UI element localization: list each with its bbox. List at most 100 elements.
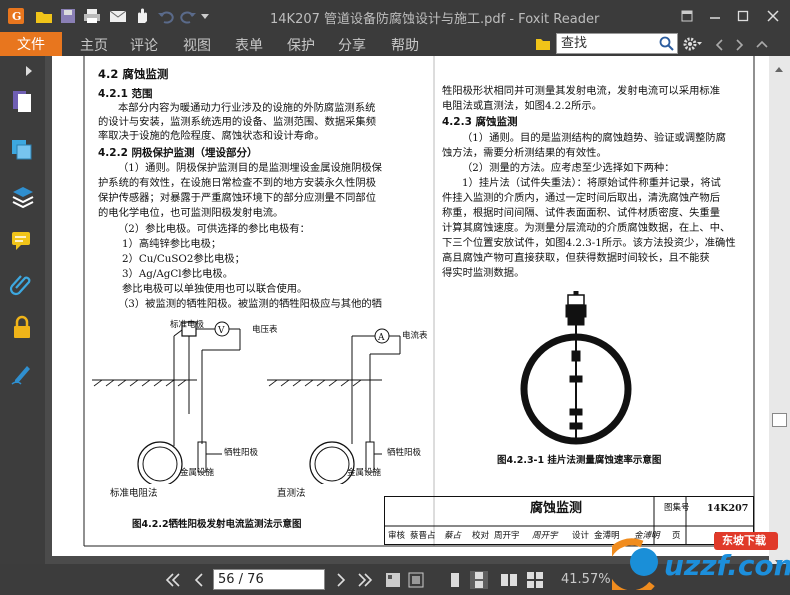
s422-line: （3）被监测的牺牲阳极。被监测的牺牲阳极应与其他的牺 xyxy=(118,298,382,310)
s423-line: （1）通则。目的是监测结构的腐蚀趋势、验证或调整防腐 xyxy=(462,132,726,144)
sig-cell: 校对 xyxy=(472,531,490,541)
atlas-number: 14K207 xyxy=(707,503,749,514)
save-icon[interactable] xyxy=(58,6,78,26)
comments-icon[interactable] xyxy=(9,228,35,254)
layers-icon[interactable] xyxy=(9,136,35,162)
bookmarks-stack-icon[interactable] xyxy=(9,184,35,210)
svg-text:A: A xyxy=(377,333,385,343)
atlas-label: 图集号 xyxy=(664,503,690,513)
label-method-right: 直测法 xyxy=(277,488,306,499)
sig-cell: 周开宇 xyxy=(494,531,520,541)
s422-line: 护系统的有效性，在设施日常检查不到的地方安装永久性阴极 xyxy=(98,177,377,189)
pdf-page: 4.2 腐蚀监测 4.2.1 范围 本部分内容为暖通动力行业涉及的设施的外防腐监… xyxy=(52,56,769,556)
s422-heading: 4.2.2 阴极保护监测（埋设部分） xyxy=(98,147,258,159)
uzzf-watermark: uzzf.com 东坡下载 xyxy=(602,528,790,595)
scrollbar-thumb[interactable] xyxy=(772,413,787,427)
label-metal-right: 金属设施 xyxy=(347,468,382,478)
window-title: 14K207 管道设备防腐蚀设计与施工.pdf - Foxit Reader xyxy=(270,12,600,27)
maximize-button[interactable] xyxy=(732,6,754,26)
cathodic-monitoring-diagram: V A xyxy=(92,321,401,484)
right-top-line: 牲阳极形状相同并可测量其发射电流，发射电流可以采用标准 xyxy=(442,85,721,97)
redo-icon[interactable] xyxy=(178,6,198,26)
coupon-method-diagram xyxy=(520,291,632,445)
facing-view-icon[interactable] xyxy=(500,571,518,589)
page-number-input[interactable]: 56 / 76 xyxy=(213,569,325,590)
close-button[interactable] xyxy=(762,6,784,26)
watermark-tag: 东坡下载 xyxy=(722,534,766,547)
first-page-icon[interactable] xyxy=(164,571,182,589)
label-ref-electrode: 标准电极 xyxy=(170,320,205,330)
hand-tool-icon[interactable] xyxy=(132,6,152,26)
tab-home[interactable]: 主页 xyxy=(80,35,108,55)
label-metal-left: 金属设施 xyxy=(180,468,215,478)
chevron-right-icon[interactable] xyxy=(735,37,745,56)
undo-icon[interactable] xyxy=(156,6,176,26)
vertical-scrollbar[interactable] xyxy=(769,56,790,565)
signature-pen-icon[interactable] xyxy=(9,360,35,386)
reading-mode-icon[interactable] xyxy=(384,571,402,589)
ribbon-menu: 文件 主页 评论 视图 表单 保护 分享 帮助 查找 xyxy=(0,32,790,56)
document-view[interactable]: 4.2 腐蚀监测 4.2.1 范围 本部分内容为暖通动力行业涉及的设施的外防腐监… xyxy=(45,56,769,564)
folder-search-icon[interactable] xyxy=(535,36,551,55)
s423-line: 件挂入监测的介质内，通过一定时间后取出，清洗腐蚀产物后 xyxy=(442,192,721,204)
s421-heading: 4.2.1 范围 xyxy=(98,88,153,100)
s423-line: 蚀方法，需要分析测结果的有效性。 xyxy=(442,147,607,159)
tab-form[interactable]: 表单 xyxy=(235,35,263,55)
watermark-text: uzzf.com xyxy=(664,549,790,582)
sig-cell: 蔡晋占 xyxy=(410,531,436,541)
tab-file[interactable]: 文件 xyxy=(0,32,62,56)
s423-heading: 4.2.3 腐蚀监测 xyxy=(442,116,518,128)
chevron-up-icon[interactable] xyxy=(755,37,769,56)
customize-icon[interactable] xyxy=(198,6,212,26)
sig-cell: 蔡占 xyxy=(444,531,462,541)
s422-line: 1）高纯锌参比电极； xyxy=(122,238,222,250)
s423-line: （2）测量的方法。应考虑至少选择如下两种： xyxy=(462,162,675,174)
zoom-level[interactable]: 41.57% xyxy=(561,572,611,587)
print-icon[interactable] xyxy=(82,6,102,26)
search-input[interactable]: 查找 xyxy=(556,33,678,54)
s421-line: 本部分内容为暖通动力行业涉及的设施的外防腐监测系统 xyxy=(118,102,376,114)
minimize-button[interactable] xyxy=(704,6,726,26)
search-placeholder: 查找 xyxy=(561,36,588,51)
continuous-facing-view-icon[interactable] xyxy=(526,571,544,589)
pin-icon[interactable] xyxy=(676,6,698,26)
pages-icon[interactable] xyxy=(9,88,35,114)
s423-line: 计算其腐蚀速度。为测量分层流动的介质腐蚀数据，在上、中、 xyxy=(442,222,731,234)
tab-comment[interactable]: 评论 xyxy=(130,35,158,55)
search-icon[interactable] xyxy=(659,36,674,51)
email-icon[interactable] xyxy=(108,6,128,26)
tab-view[interactable]: 视图 xyxy=(183,35,211,55)
last-page-icon[interactable] xyxy=(356,571,374,589)
open-icon[interactable] xyxy=(34,6,54,26)
tab-protect[interactable]: 保护 xyxy=(287,35,315,55)
chevron-left-icon[interactable] xyxy=(714,37,724,56)
svg-text:V: V xyxy=(217,326,225,336)
left-sidebar xyxy=(0,56,45,595)
expand-panel-icon[interactable] xyxy=(24,62,34,81)
figure-caption-left: 图4.2.2牺牲阳极发射电流监测法示意图 xyxy=(132,519,302,530)
continuous-view-icon[interactable] xyxy=(470,571,488,589)
s422-line: 3）Ag/AgCl参比电极。 xyxy=(122,268,234,280)
reflow-icon[interactable] xyxy=(407,571,425,589)
s423-line: 称重，根据时间间隔、试件表面面积、试件材质密度、失重量 xyxy=(442,207,721,219)
status-bar: 56 / 76 41.57% uzzf.com 东坡下载 xyxy=(0,532,790,595)
title-bar: G 14K207 管道设备防腐蚀设计与施工.pdf - Foxit Reader xyxy=(0,0,790,32)
s422-line: （1）通则。阴极保护监测目的是监测埋设金属设施阴极保 xyxy=(118,162,382,174)
previous-page-icon[interactable] xyxy=(190,571,208,589)
sig-cell: 周开宇 xyxy=(532,531,558,541)
tab-help[interactable]: 帮助 xyxy=(391,35,419,55)
s422-line: 保护传感器；对暴露于严重腐蚀环境下的部分应测量不同部位 xyxy=(98,192,377,204)
scroll-up-icon[interactable] xyxy=(774,58,784,77)
next-page-icon[interactable] xyxy=(332,571,350,589)
tab-share[interactable]: 分享 xyxy=(338,35,366,55)
single-page-view-icon[interactable] xyxy=(446,571,464,589)
label-method-left: 标准电阻法 xyxy=(110,488,158,499)
gear-icon[interactable] xyxy=(683,36,703,56)
security-lock-icon[interactable] xyxy=(9,314,35,340)
s423-line: 得实时监测数据。 xyxy=(442,267,525,279)
attachments-icon[interactable] xyxy=(9,270,35,296)
app-icon[interactable]: G xyxy=(6,6,26,26)
s423-line: 高且腐蚀产物可直接获取，但获得数据时间较长，且不能获 xyxy=(442,252,710,264)
label-anode-right: 牺牲阳极 xyxy=(387,448,422,458)
section-title: 4.2 腐蚀监测 xyxy=(98,67,169,81)
